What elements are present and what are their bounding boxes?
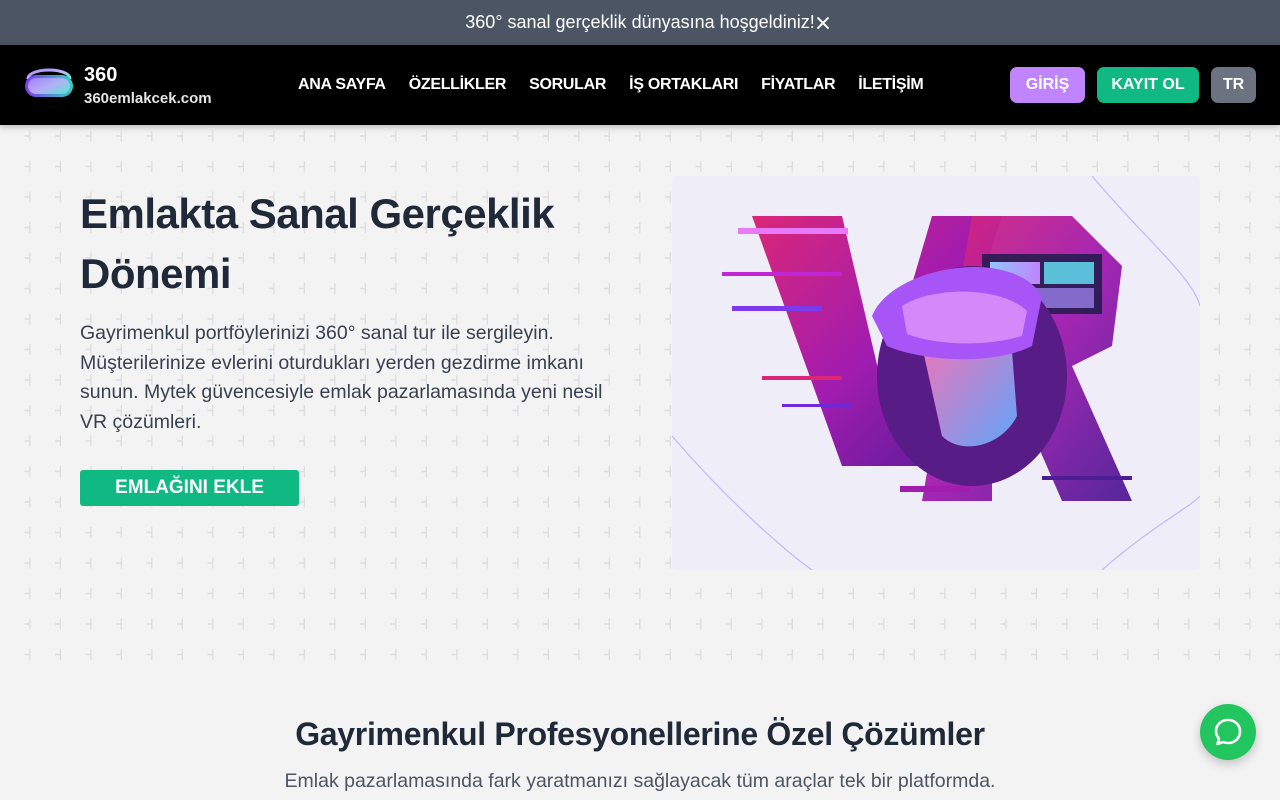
- nav-item-iletisim[interactable]: İLETİŞİM: [858, 76, 923, 94]
- add-property-button[interactable]: EMLAĞINI EKLE: [80, 470, 299, 506]
- logo[interactable]: 360 360emlakcek.com: [24, 61, 224, 111]
- navbar: 360 360emlakcek.com ANA SAYFA ÖZELLİKLER…: [0, 45, 1280, 125]
- nav-item-ozellikler[interactable]: ÖZELLİKLER: [409, 76, 507, 94]
- nav-item-is-ortaklari[interactable]: İŞ ORTAKLARI: [629, 76, 738, 94]
- chat-bubble-icon: [1214, 718, 1242, 746]
- register-button[interactable]: KAYIT OL: [1097, 67, 1199, 103]
- hero-title: Emlakta Sanal Gerçeklik Dönemi: [80, 190, 555, 297]
- main-menu: ANA SAYFA ÖZELLİKLER SORULAR İŞ ORTAKLAR…: [298, 45, 946, 125]
- solutions-title: Gayrimenkul Profesyonellerine Özel Çözüm…: [295, 716, 985, 752]
- close-icon[interactable]: [814, 14, 832, 32]
- solutions-subtitle: Emlak pazarlamasında fark yaratmanızı sa…: [284, 770, 996, 792]
- hero-vr-illustration: [672, 176, 1200, 570]
- announcement-bar: 360° sanal gerçeklik dünyasına hoşgeldin…: [0, 0, 1280, 45]
- language-button[interactable]: TR: [1211, 67, 1256, 103]
- vr-headset-logo-icon: [25, 68, 73, 97]
- nav-item-fiyatlar[interactable]: FİYATLAR: [761, 76, 835, 94]
- vr-illustration-image: [672, 176, 1200, 570]
- hero-description: Gayrimenkul portföylerinizi 360° sanal t…: [80, 322, 603, 433]
- nav-item-ana-sayfa[interactable]: ANA SAYFA: [298, 76, 386, 94]
- logo-domain: 360emlakcek.com: [84, 90, 212, 107]
- chat-button[interactable]: [1200, 704, 1256, 760]
- announcement-text: 360° sanal gerçeklik dünyasına hoşgeldin…: [465, 12, 815, 32]
- logo-title: 360: [84, 64, 118, 86]
- login-button[interactable]: GİRİŞ: [1010, 67, 1085, 103]
- nav-item-sorular[interactable]: SORULAR: [529, 76, 606, 94]
